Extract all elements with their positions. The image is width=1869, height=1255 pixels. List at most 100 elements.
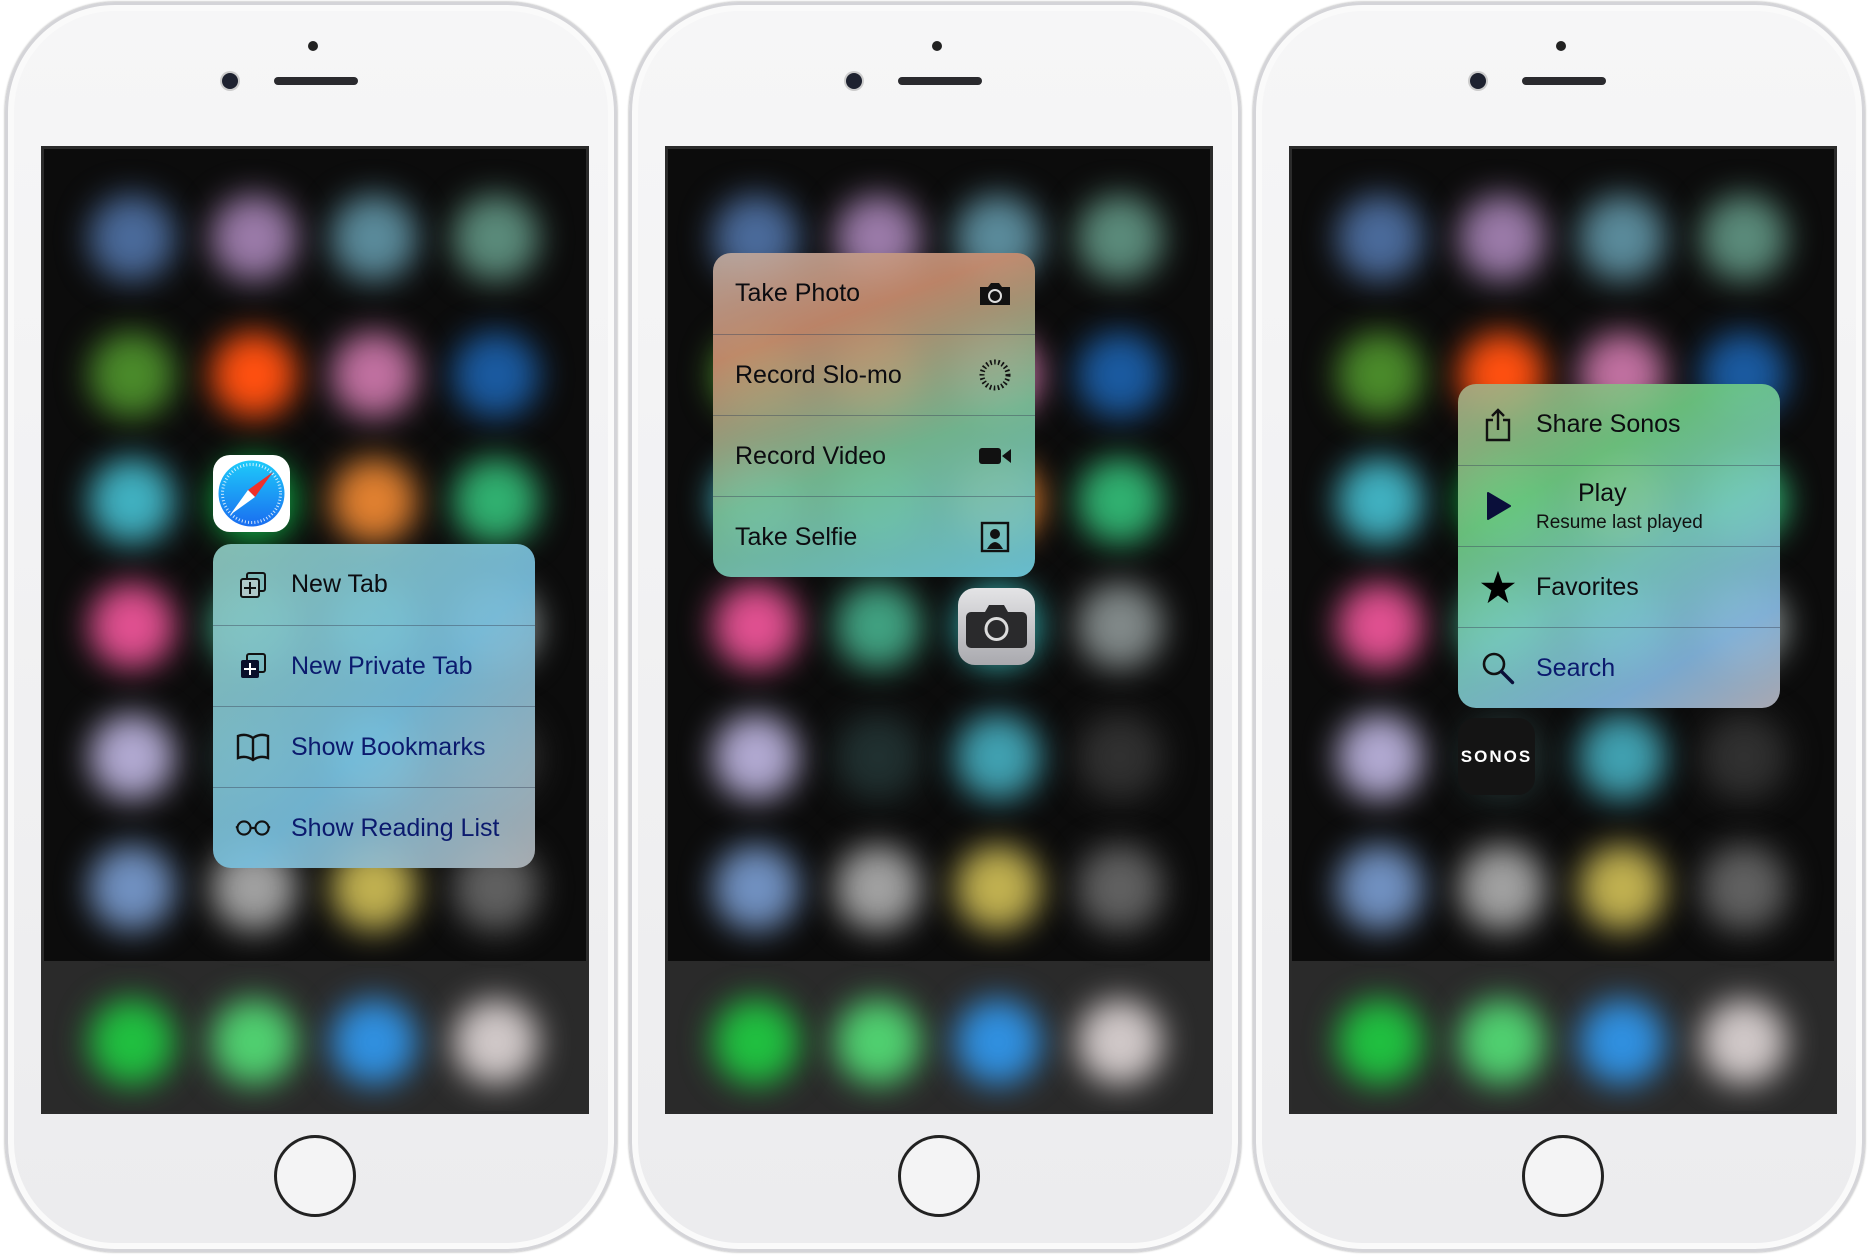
blurred-app-icon: [1337, 714, 1423, 800]
blurred-app-icon: [1077, 583, 1163, 669]
sonos-app-icon[interactable]: SONOS: [1458, 718, 1535, 795]
video-icon: [977, 446, 1013, 466]
blurred-app-icon: [1337, 195, 1423, 281]
blurred-app-icon: [835, 845, 921, 931]
blurred-app-icon: [1337, 583, 1423, 669]
compass-icon: [218, 460, 285, 527]
blurred-dock-icon: [1701, 999, 1787, 1085]
blurred-app-icon: [1459, 845, 1545, 931]
menu-item-new-private-tab[interactable]: New Private Tab: [213, 625, 535, 706]
blurred-app-icon: [331, 458, 417, 544]
menu-item-favorites[interactable]: Favorites: [1458, 546, 1780, 627]
sonos-logo: SONOS: [1460, 746, 1533, 766]
blurred-dock-icon: [1337, 999, 1423, 1085]
earpiece-speaker: [898, 77, 982, 85]
blurred-app-icon: [955, 714, 1041, 800]
blurred-dock-icon: [835, 999, 921, 1085]
front-camera: [222, 73, 238, 89]
safari-app-icon[interactable]: [213, 455, 290, 532]
search-icon: [1480, 651, 1516, 685]
blurred-app-icon: [1077, 195, 1163, 281]
blurred-app-icon: [713, 714, 799, 800]
earpiece-speaker: [1522, 77, 1606, 85]
blurred-dock-icon: [1459, 999, 1545, 1085]
glasses-icon: [235, 817, 271, 839]
slomo-icon: [977, 358, 1013, 392]
blurred-app-icon: [89, 845, 175, 931]
camera-quick-actions-menu: Take Photo Record Slo-mo Record Video Ta…: [713, 253, 1035, 577]
home-button[interactable]: [274, 1135, 356, 1217]
blurred-app-icon: [1579, 714, 1665, 800]
blurred-app-icon: [453, 332, 539, 418]
menu-item-record-video[interactable]: Record Video: [713, 415, 1035, 496]
play-icon: [1480, 491, 1516, 521]
blurred-dock-icon: [89, 999, 175, 1085]
blurred-app-icon: [1459, 195, 1545, 281]
blurred-dock-icon: [211, 999, 297, 1085]
selfie-icon: [977, 521, 1013, 553]
blurred-dock-icon: [1077, 999, 1163, 1085]
menu-item-new-tab[interactable]: New Tab: [213, 544, 535, 625]
blurred-app-icon: [1337, 845, 1423, 931]
blurred-app-icon: [1579, 845, 1665, 931]
blurred-app-icon: [1701, 845, 1787, 931]
menu-item-search[interactable]: Search: [1458, 627, 1780, 708]
share-icon: [1480, 407, 1516, 442]
blurred-app-icon: [1077, 714, 1163, 800]
blurred-app-icon: [89, 195, 175, 281]
blurred-app-icon: [89, 714, 175, 800]
sonos-quick-actions-menu: Share Sonos Play Resume last played Favo…: [1458, 384, 1780, 708]
book-icon: [235, 732, 271, 762]
blurred-app-icon: [89, 583, 175, 669]
camera-icon: [966, 605, 1027, 648]
menu-item-take-photo[interactable]: Take Photo: [713, 253, 1035, 334]
blurred-app-icon: [955, 845, 1041, 931]
blurred-app-icon: [835, 714, 921, 800]
blurred-app-icon: [1077, 845, 1163, 931]
blurred-app-icon: [331, 332, 417, 418]
menu-item-record-slo-mo[interactable]: Record Slo-mo: [713, 334, 1035, 415]
front-camera: [846, 73, 862, 89]
safari-quick-actions-menu: New Tab New Private Tab Show Bookmarks S…: [213, 544, 535, 868]
blurred-app-icon: [453, 458, 539, 544]
blurred-dock-icon: [331, 999, 417, 1085]
blurred-app-icon: [1701, 714, 1787, 800]
sensor: [932, 41, 942, 51]
blurred-app-icon: [89, 332, 175, 418]
new-tab-icon: [235, 570, 271, 600]
sensor: [1556, 41, 1566, 51]
blurred-app-icon: [211, 195, 297, 281]
menu-item-show-bookmarks[interactable]: Show Bookmarks: [213, 706, 535, 787]
home-button[interactable]: [1522, 1135, 1604, 1217]
menu-item-share-sonos[interactable]: Share Sonos: [1458, 384, 1780, 465]
blurred-app-icon: [1701, 195, 1787, 281]
blurred-app-icon: [211, 332, 297, 418]
blurred-dock-icon: [453, 999, 539, 1085]
menu-item-take-selfie[interactable]: Take Selfie: [713, 496, 1035, 577]
blurred-app-icon: [331, 195, 417, 281]
camera-icon: [977, 281, 1013, 307]
new-private-tab-icon: [235, 651, 271, 681]
blurred-app-icon: [453, 195, 539, 281]
blurred-app-icon: [1337, 458, 1423, 544]
blurred-app-icon: [713, 845, 799, 931]
blurred-dock-icon: [955, 999, 1041, 1085]
star-icon: [1480, 569, 1516, 605]
blurred-dock-icon: [713, 999, 799, 1085]
blurred-app-icon: [1077, 332, 1163, 418]
front-camera: [1470, 73, 1486, 89]
menu-item-play[interactable]: Play Resume last played: [1458, 465, 1780, 546]
blurred-app-icon: [835, 583, 921, 669]
blurred-app-icon: [1077, 458, 1163, 544]
blurred-app-icon: [89, 458, 175, 544]
home-button[interactable]: [898, 1135, 980, 1217]
menu-item-show-reading-list[interactable]: Show Reading List: [213, 787, 535, 868]
blurred-app-icon: [1579, 195, 1665, 281]
earpiece-speaker: [274, 77, 358, 85]
blurred-app-icon: [713, 583, 799, 669]
blurred-app-icon: [1337, 332, 1423, 418]
phone-camera: [629, 2, 1241, 1252]
sensor: [308, 41, 318, 51]
blurred-dock-icon: [1579, 999, 1665, 1085]
camera-app-icon[interactable]: [958, 588, 1035, 665]
